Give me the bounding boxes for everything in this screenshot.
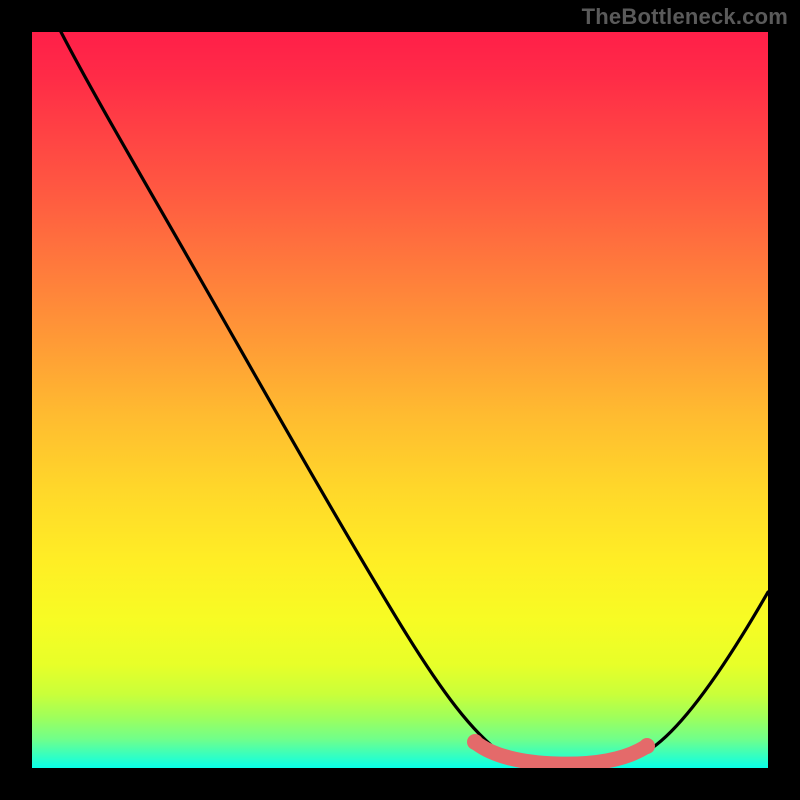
- black-curve: [61, 32, 768, 766]
- pink-endpoint-left: [467, 734, 483, 750]
- curve-overlay: [32, 32, 768, 768]
- pink-band: [475, 742, 647, 764]
- chart-frame: TheBottleneck.com: [0, 0, 800, 800]
- plot-gradient-area: [32, 32, 768, 768]
- watermark-text: TheBottleneck.com: [582, 4, 788, 30]
- pink-endpoint-right: [639, 738, 655, 754]
